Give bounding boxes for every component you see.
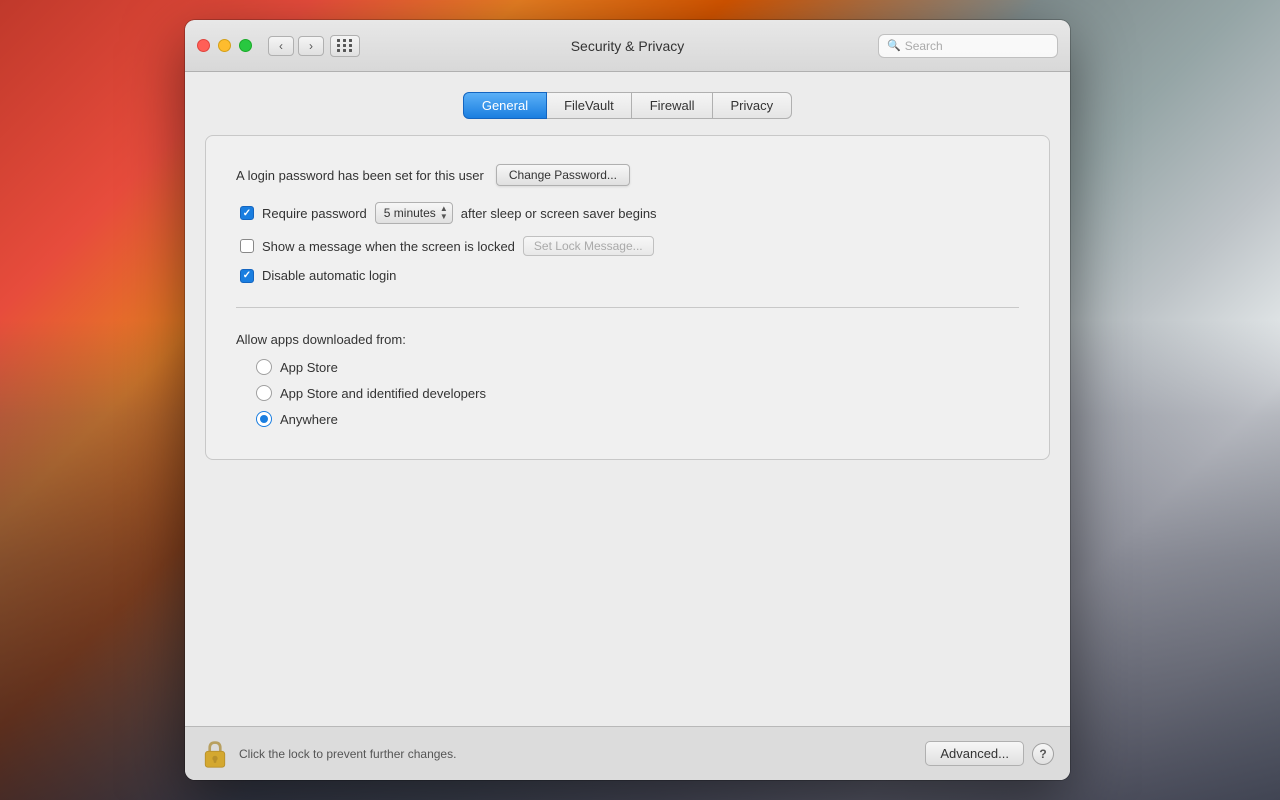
change-password-button[interactable]: Change Password... bbox=[496, 164, 630, 186]
radio-group: App Store App Store and identified devel… bbox=[256, 359, 1019, 427]
disable-login-label: Disable automatic login bbox=[262, 268, 396, 283]
radio-app-store[interactable] bbox=[256, 359, 272, 375]
minimize-button[interactable] bbox=[218, 39, 231, 52]
search-bar[interactable]: 🔍 bbox=[878, 34, 1058, 58]
maximize-button[interactable] bbox=[239, 39, 252, 52]
nav-buttons: ‹ › bbox=[268, 36, 324, 56]
search-icon: 🔍 bbox=[887, 39, 901, 52]
radio-anywhere-row: Anywhere bbox=[256, 411, 1019, 427]
password-timeout-dropdown[interactable]: 5 minutes ▲ ▼ bbox=[375, 202, 453, 224]
lock-status-text: Click the lock to prevent further change… bbox=[239, 747, 925, 761]
tabs: General FileVault Firewall Privacy bbox=[185, 92, 1070, 119]
set-lock-message-button[interactable]: Set Lock Message... bbox=[523, 236, 654, 256]
require-password-label: Require password bbox=[262, 206, 367, 221]
radio-app-store-identified-label: App Store and identified developers bbox=[280, 386, 486, 401]
radio-app-store-identified[interactable] bbox=[256, 385, 272, 401]
advanced-button[interactable]: Advanced... bbox=[925, 741, 1024, 766]
forward-button[interactable]: › bbox=[298, 36, 324, 56]
dropdown-arrows-icon: ▲ ▼ bbox=[440, 205, 448, 221]
title-bar: ‹ › Security & Privacy 🔍 bbox=[185, 20, 1070, 72]
spacer bbox=[185, 460, 1070, 727]
tab-filevault[interactable]: FileVault bbox=[545, 92, 633, 119]
radio-anywhere[interactable] bbox=[256, 411, 272, 427]
show-message-checkbox[interactable] bbox=[240, 239, 254, 253]
tab-general[interactable]: General bbox=[463, 92, 547, 119]
window-title: Security & Privacy bbox=[571, 38, 685, 54]
search-input[interactable] bbox=[905, 39, 1049, 53]
show-message-row: Show a message when the screen is locked… bbox=[240, 236, 1019, 256]
password-row: A login password has been set for this u… bbox=[236, 164, 1019, 186]
back-button[interactable]: ‹ bbox=[268, 36, 294, 56]
disable-login-row: Disable automatic login bbox=[240, 268, 1019, 283]
require-password-checkbox[interactable] bbox=[240, 206, 254, 220]
settings-panel: A login password has been set for this u… bbox=[205, 135, 1050, 460]
settings-options: Require password 5 minutes ▲ ▼ after sle… bbox=[240, 202, 1019, 283]
grid-view-button[interactable] bbox=[330, 35, 360, 57]
tab-privacy[interactable]: Privacy bbox=[712, 92, 793, 119]
bottom-bar: Click the lock to prevent further change… bbox=[185, 726, 1070, 780]
password-info-text: A login password has been set for this u… bbox=[236, 168, 484, 183]
radio-app-store-row: App Store bbox=[256, 359, 1019, 375]
dropdown-value: 5 minutes bbox=[384, 206, 436, 220]
allow-apps-section: Allow apps downloaded from: App Store Ap… bbox=[236, 332, 1019, 427]
radio-app-store-label: App Store bbox=[280, 360, 338, 375]
require-password-suffix: after sleep or screen saver begins bbox=[461, 206, 657, 221]
content-area: General FileVault Firewall Privacy A log… bbox=[185, 72, 1070, 726]
section-divider bbox=[236, 307, 1019, 308]
lock-icon[interactable] bbox=[201, 739, 229, 769]
show-message-label: Show a message when the screen is locked bbox=[262, 239, 515, 254]
grid-icon bbox=[337, 39, 353, 52]
traffic-lights bbox=[197, 39, 252, 52]
help-button[interactable]: ? bbox=[1032, 743, 1054, 765]
radio-anywhere-label: Anywhere bbox=[280, 412, 338, 427]
disable-login-checkbox[interactable] bbox=[240, 269, 254, 283]
close-button[interactable] bbox=[197, 39, 210, 52]
allow-apps-title: Allow apps downloaded from: bbox=[236, 332, 1019, 347]
require-password-row: Require password 5 minutes ▲ ▼ after sle… bbox=[240, 202, 1019, 224]
tab-firewall[interactable]: Firewall bbox=[631, 92, 714, 119]
radio-app-store-identified-row: App Store and identified developers bbox=[256, 385, 1019, 401]
system-preferences-window: ‹ › Security & Privacy 🔍 General FileVau… bbox=[185, 20, 1070, 780]
